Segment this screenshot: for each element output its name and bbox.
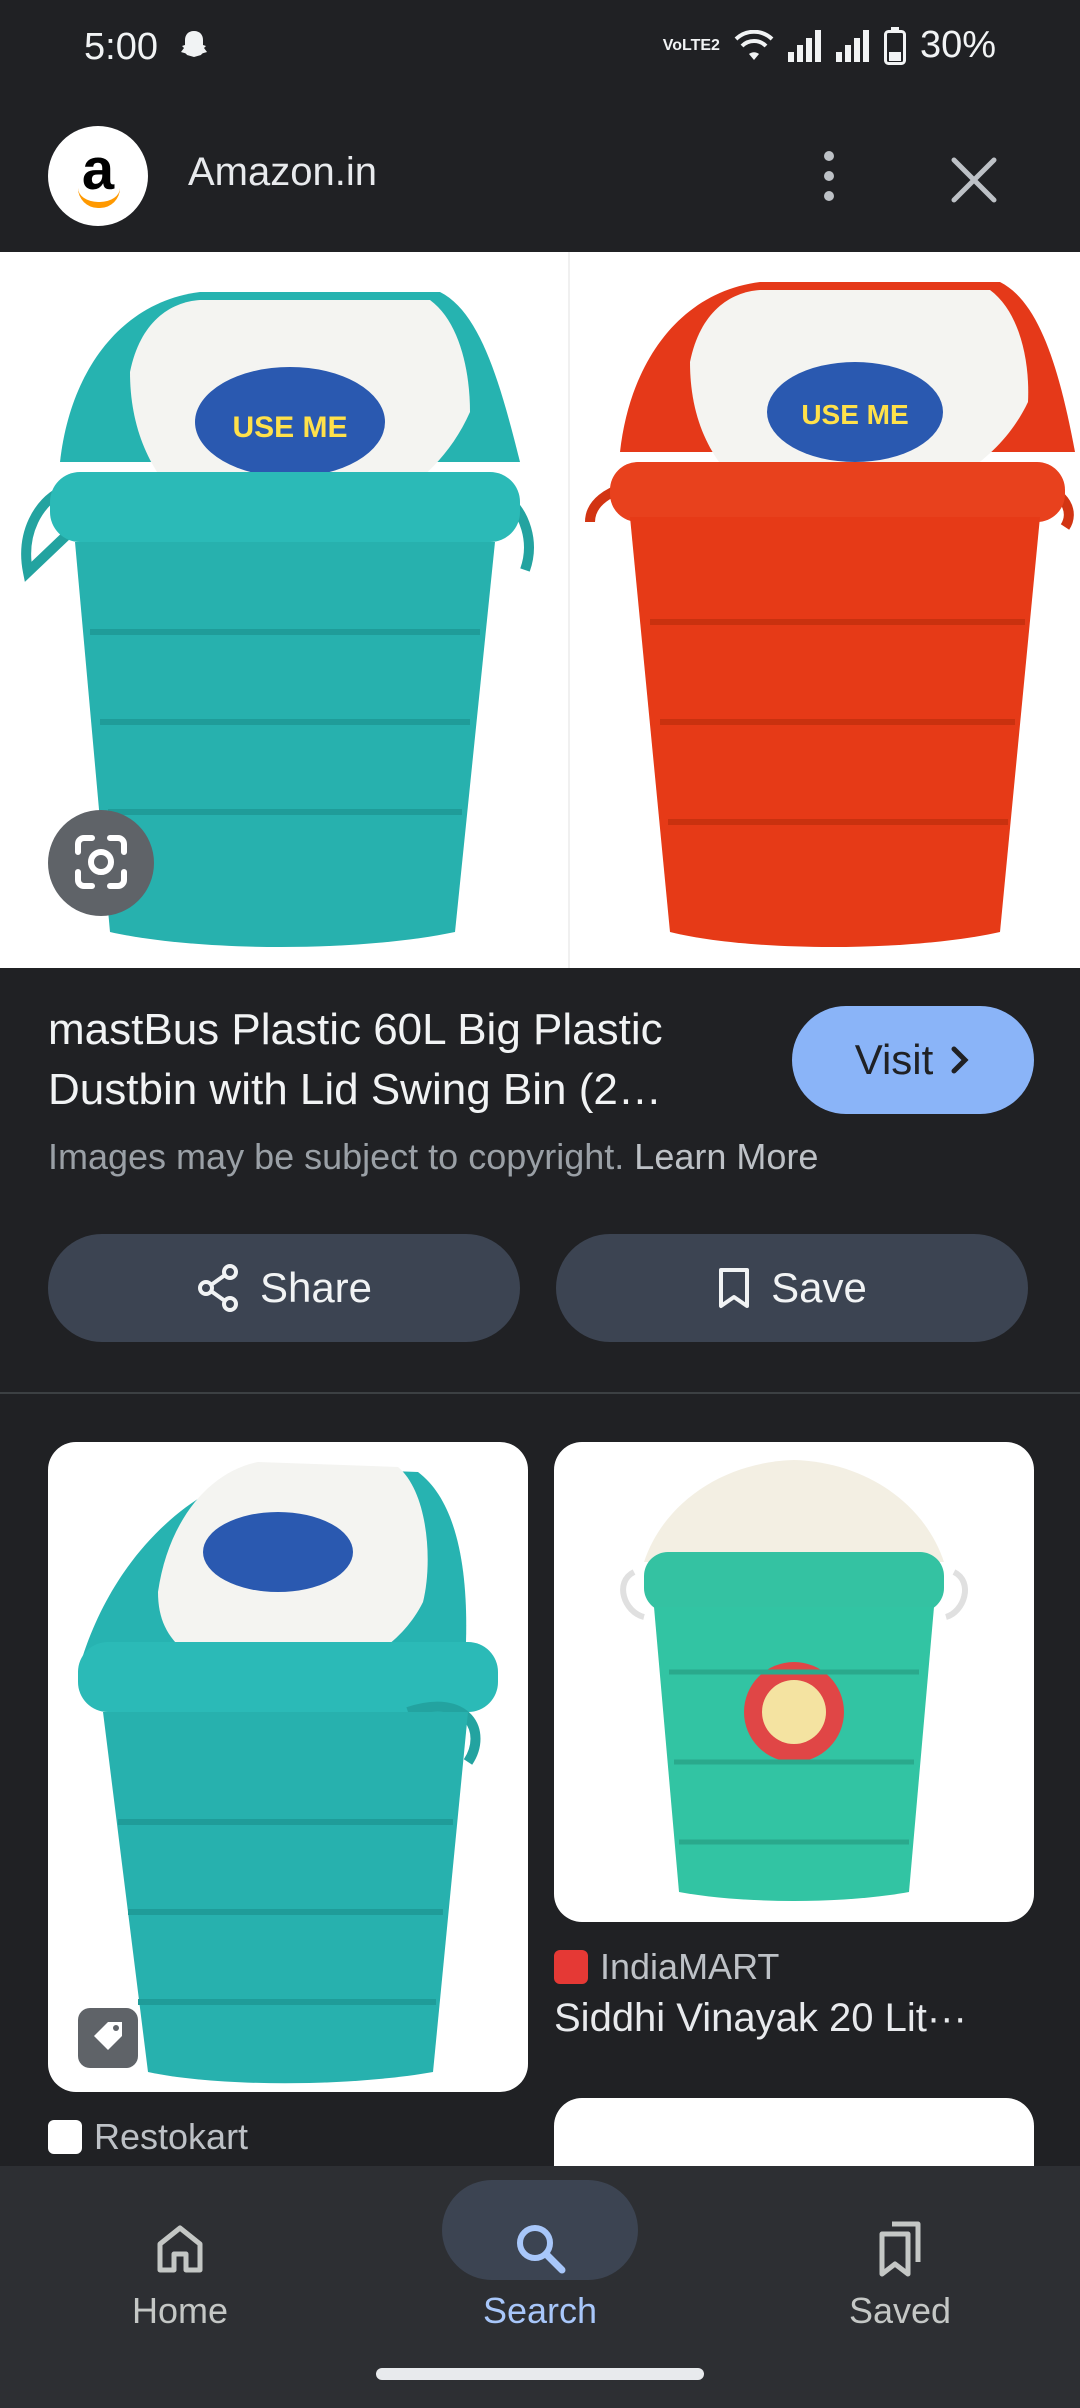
result-title[interactable]: mastBus Plastic 60L Big Plastic Dustbin … xyxy=(48,1000,748,1120)
source-site-name[interactable]: Amazon.in xyxy=(188,150,377,195)
indiamart-favicon xyxy=(554,1950,588,1984)
amazon-logo[interactable]: a xyxy=(48,126,148,226)
battery-icon xyxy=(883,26,906,65)
product-image-red: USE ME xyxy=(585,282,1075,947)
status-time: 5:00 xyxy=(84,26,158,68)
bookmark-icon xyxy=(719,1268,750,1308)
learn-more-link[interactable]: Learn More xyxy=(634,1136,818,1177)
nav-saved[interactable]: Saved xyxy=(750,2166,1050,2408)
share-icon xyxy=(197,1264,238,1312)
save-button[interactable]: Save xyxy=(556,1234,1028,1342)
more-vert-icon[interactable] xyxy=(812,146,846,206)
copyright-text: Images may be subject to copyright. xyxy=(48,1136,625,1177)
copyright-notice: Images may be subject to copyright. Lear… xyxy=(48,1136,818,1178)
status-icons: VoLTE2 30% xyxy=(663,24,996,67)
section-divider xyxy=(0,1392,1080,1394)
related-image-1 xyxy=(78,1462,498,2084)
volte-icon: VoLTE2 xyxy=(662,36,720,54)
related-image-2 xyxy=(620,1460,968,1901)
bookmarks-icon xyxy=(879,2221,921,2277)
share-button[interactable]: Share xyxy=(48,1234,520,1342)
nav-home-label: Home xyxy=(131,2290,229,2331)
related-title-2[interactable]: Siddhi Vinayak 20 Lit··· xyxy=(554,1996,1034,2041)
nav-search-label: Search xyxy=(482,2290,598,2331)
battery-percent: 30% xyxy=(919,24,996,66)
tag-icon xyxy=(94,2022,122,2050)
share-label: Share xyxy=(259,1264,373,1311)
svg-text:USE ME: USE ME xyxy=(232,411,347,444)
related-result-1[interactable] xyxy=(48,1442,528,2092)
nav-saved-label: Saved xyxy=(848,2290,952,2331)
hero-image[interactable]: USE ME USE ME xyxy=(0,252,1080,968)
signal-icon-2 xyxy=(835,29,869,62)
source-header: a Amazon.in xyxy=(0,98,1080,252)
svg-text:USE ME: USE ME xyxy=(801,399,908,430)
nav-home[interactable]: Home xyxy=(30,2166,330,2408)
gesture-handle[interactable] xyxy=(376,2368,704,2380)
visit-label: Visit xyxy=(854,1036,934,1083)
related-source-2-name: IndiaMART xyxy=(600,1946,780,1987)
status-bar: 5:00 VoLTE2 30% xyxy=(0,0,1080,98)
lens-button[interactable] xyxy=(48,810,154,916)
chevron-right-icon xyxy=(951,1046,969,1074)
visit-button[interactable]: Visit xyxy=(792,1006,1034,1114)
home-icon xyxy=(157,2225,203,2273)
related-source-2[interactable]: IndiaMART xyxy=(554,1946,779,1988)
wifi-icon xyxy=(734,29,774,60)
search-icon xyxy=(517,2225,566,2274)
snapchat-icon xyxy=(181,31,207,57)
close-icon[interactable] xyxy=(944,150,1004,210)
product-tag-badge xyxy=(78,2008,138,2068)
related-source-1[interactable]: Restokart xyxy=(48,2116,248,2158)
restokart-favicon xyxy=(48,2120,82,2154)
save-label: Save xyxy=(771,1264,867,1311)
lens-icon xyxy=(75,835,127,889)
related-result-2[interactable] xyxy=(554,1442,1034,1922)
signal-icon xyxy=(787,29,821,62)
related-source-1-name: Restokart xyxy=(94,2116,249,2157)
